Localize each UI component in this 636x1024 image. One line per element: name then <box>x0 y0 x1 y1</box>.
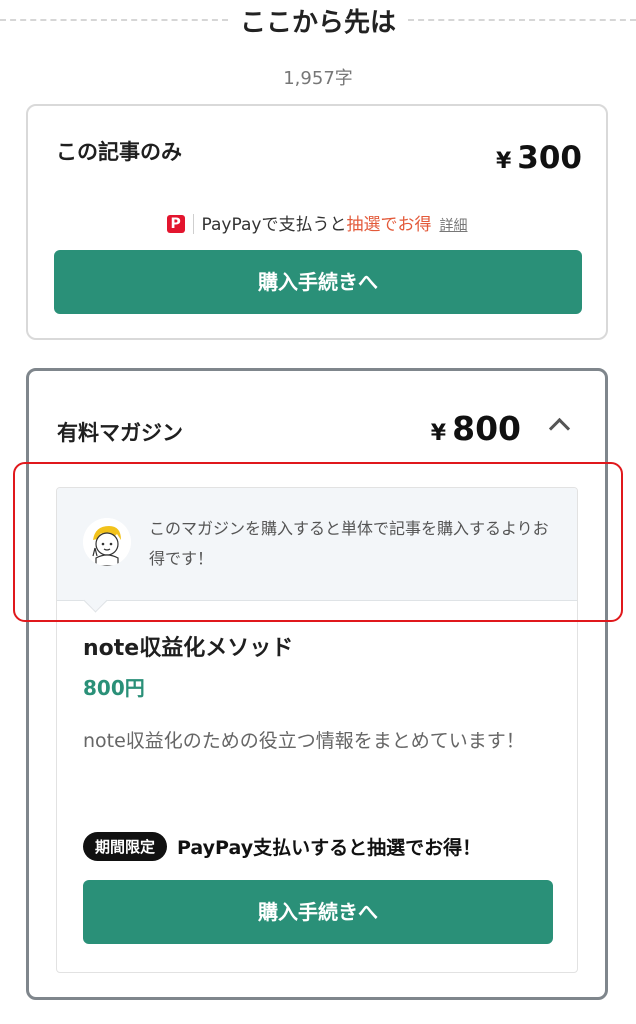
promo-separator <box>192 214 194 234</box>
promo-text: PayPayで支払うと <box>201 215 347 235</box>
buy-magazine-button[interactable]: 購入手続きへ <box>83 880 553 944</box>
magazine-name[interactable]: note収益化メソッド <box>83 630 293 662</box>
promo-detail-link[interactable]: 詳細 <box>439 218 467 234</box>
divider-line-right <box>408 19 636 21</box>
paypay-icon <box>166 215 185 233</box>
limited-badge: 期間限定 <box>83 832 168 861</box>
promo-accent-text: 抽選でお得 <box>346 215 432 235</box>
section-divider: ここから先は <box>0 0 636 40</box>
price-amount: 800 <box>452 409 521 448</box>
price-amount: 300 <box>517 140 582 176</box>
chevron-up-icon[interactable] <box>548 417 571 440</box>
article-only-price: ¥300 <box>496 140 582 176</box>
buy-article-button[interactable]: 購入手続きへ <box>54 250 582 314</box>
paypay-promo: PayPayで支払うと抽選でお得詳細 <box>28 210 606 235</box>
magazine-card-title: 有料マガジン <box>57 421 183 445</box>
highlight-box <box>13 462 623 622</box>
limited-promo-text: PayPay支払いすると抽選でお得！ <box>177 837 482 859</box>
currency-symbol: ¥ <box>495 149 512 174</box>
char-count: 1,957字 <box>283 68 353 89</box>
article-only-card: この記事のみ ¥300 PayPayで支払うと抽選でお得詳細 購入手続きへ <box>26 104 608 340</box>
magazine-description: note収益化のための役立つ情報をまとめています！ <box>83 730 525 752</box>
limited-promo: 期間限定 PayPay支払いすると抽選でお得！ <box>83 832 481 861</box>
currency-symbol: ¥ <box>430 421 447 446</box>
magazine-card-price: ¥800 <box>431 409 521 448</box>
article-only-title: この記事のみ <box>56 140 182 164</box>
magazine-price: 800円 <box>83 676 145 700</box>
